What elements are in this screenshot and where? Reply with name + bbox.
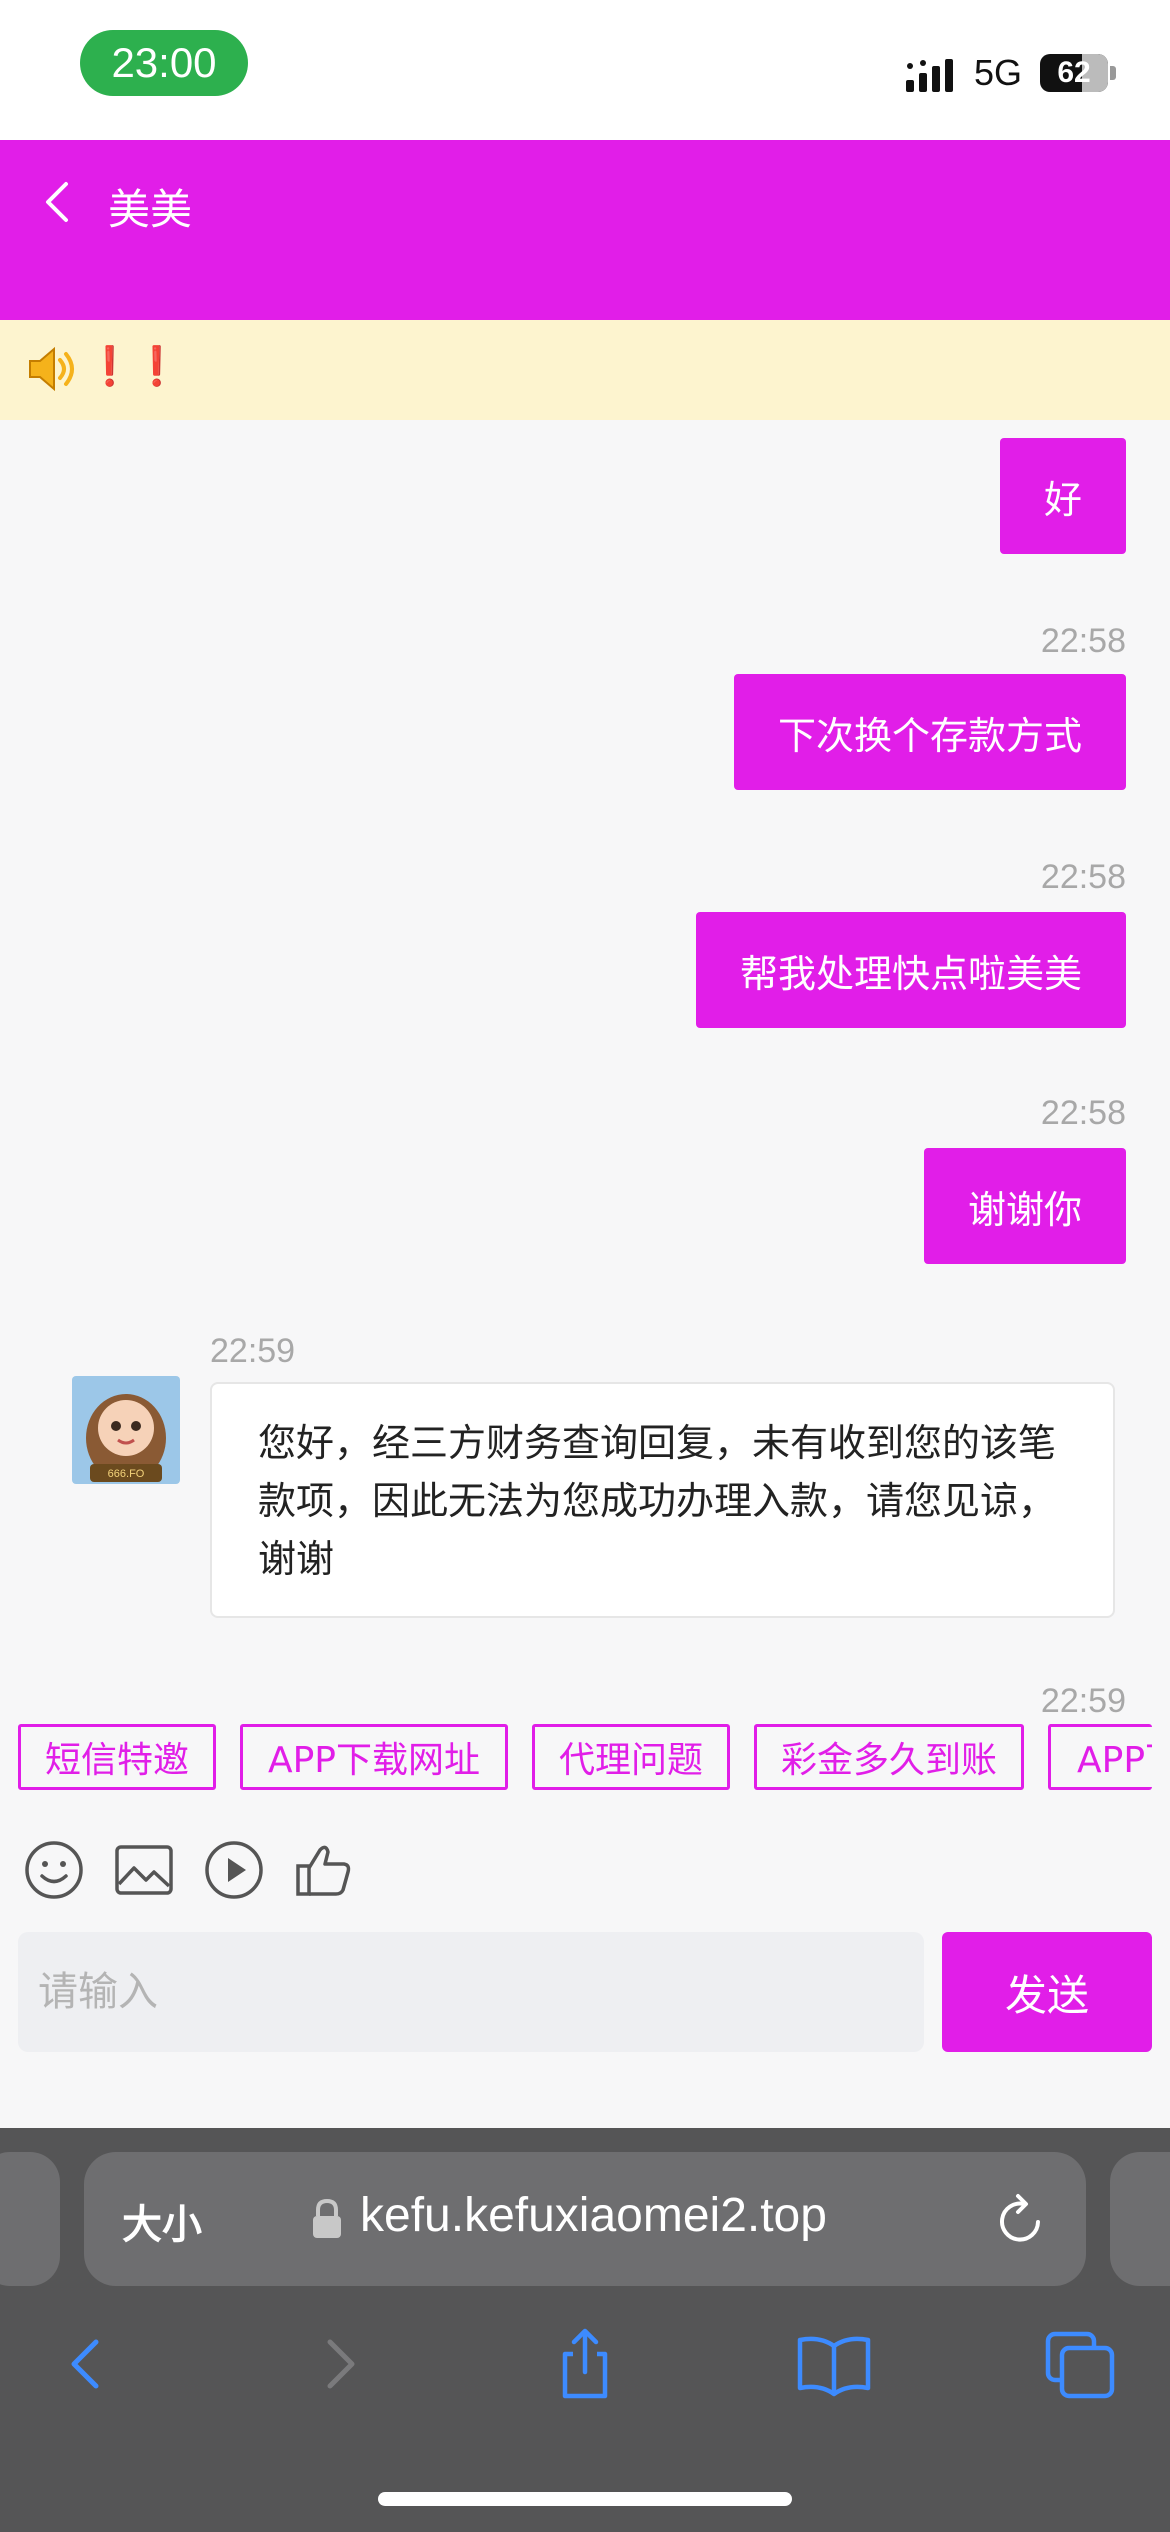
quick-reply-chip[interactable]: 彩金多久到账	[754, 1724, 1024, 1790]
user-message-bubble: 谢谢你	[923, 1148, 1126, 1264]
page-settings-button[interactable]: 大小	[122, 2192, 202, 2250]
home-indicator	[378, 2492, 792, 2506]
quick-reply-chip[interactable]: 短信特邀	[18, 1724, 216, 1790]
previous-tab-preview[interactable]	[0, 2152, 60, 2286]
quick-reply-chip[interactable]: 代理问题	[532, 1724, 730, 1790]
agent-message-bubble: 您好，经三方财务查询回复，未有收到您的该笔款项，因此无法为您成功办理入款，请您见…	[210, 1382, 1115, 1618]
next-tab-preview[interactable]	[1110, 2152, 1170, 2286]
notice-text: ❗❗	[86, 344, 181, 388]
message-text: 帮我处理快点啦美美	[739, 951, 1082, 996]
user-message-bubble: 好	[999, 438, 1126, 554]
tabs-icon[interactable]	[1040, 2324, 1120, 2404]
quick-reply-chip[interactable]: APP下载网址	[240, 1724, 508, 1790]
thumbs-up-icon[interactable]	[294, 1840, 354, 1900]
back-icon[interactable]	[48, 2324, 128, 2404]
url-text[interactable]: kefu.kefuxiaomei2.top	[360, 2188, 827, 2243]
video-icon[interactable]	[204, 1840, 264, 1900]
message-time: 22:58	[1040, 858, 1126, 896]
bookmarks-icon[interactable]	[794, 2324, 874, 2404]
back-arrow-icon[interactable]	[30, 172, 90, 232]
send-button[interactable]: 发送	[942, 1932, 1152, 2052]
emoji-icon[interactable]	[24, 1840, 84, 1900]
network-type: 5G	[974, 52, 1023, 93]
message-text: 下次换个存款方式	[777, 713, 1082, 758]
user-message-bubble: 下次换个存款方式	[733, 674, 1126, 790]
message-time: 22:58	[1040, 1094, 1126, 1132]
message-time: 22:59	[210, 1332, 296, 1370]
agent-avatar: 666.FO	[72, 1376, 180, 1484]
user-message-bubble: 帮我处理快点啦美美	[695, 912, 1126, 1028]
avatar-label: 666.FO	[108, 1468, 145, 1480]
reload-icon[interactable]	[994, 2192, 1046, 2248]
status-time: 23:00	[80, 30, 248, 96]
message-time: 22:59	[1040, 1682, 1126, 1720]
quick-reply-bar: 短信特邀 APP下载网址 代理问题 彩金多久到账 APP下载	[0, 1724, 1170, 1822]
message-text: 好	[1043, 477, 1082, 522]
chat-title: 美美	[108, 185, 193, 234]
battery-level: 62	[1057, 56, 1091, 89]
message-time: 22:58	[1040, 622, 1126, 660]
quick-reply-chip[interactable]: APP下载	[1048, 1724, 1152, 1790]
message-input[interactable]	[18, 1932, 924, 2052]
message-text: 谢谢你	[967, 1187, 1082, 1232]
battery-icon: 62	[1040, 54, 1108, 92]
lock-icon	[313, 2198, 341, 2238]
speaker-icon	[29, 346, 74, 392]
cellular-signal-icon	[906, 59, 953, 92]
image-icon[interactable]	[114, 1840, 174, 1900]
battery-cap	[1110, 66, 1116, 80]
share-icon[interactable]	[545, 2324, 625, 2404]
forward-icon[interactable]	[298, 2324, 378, 2404]
